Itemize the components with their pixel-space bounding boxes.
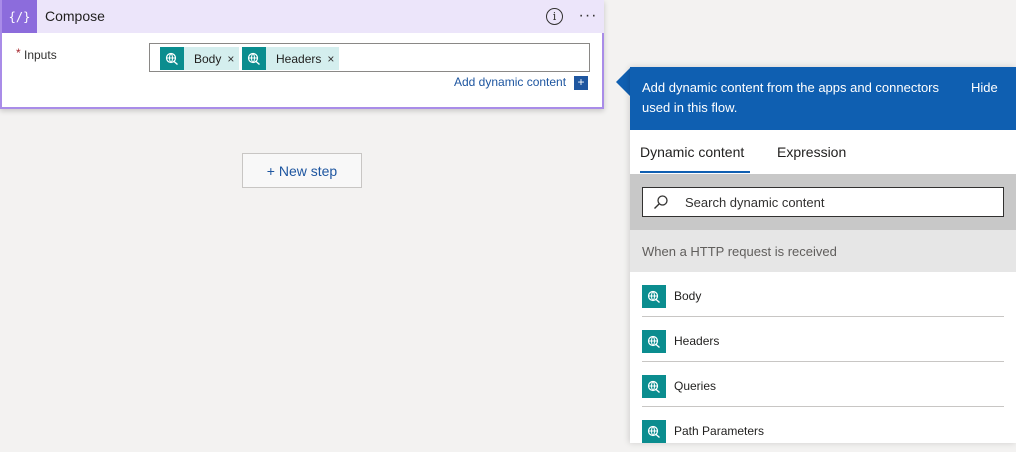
dynamic-content-panel: Add dynamic content from the apps and co… (630, 67, 1016, 443)
remove-token-icon[interactable]: × (227, 52, 239, 66)
http-request-icon (642, 285, 666, 308)
panel-header: Add dynamic content from the apps and co… (630, 67, 1016, 130)
http-request-icon (642, 330, 666, 353)
list-item-body[interactable]: Body (642, 272, 1004, 317)
inputs-field[interactable]: Body × Headers × (149, 43, 590, 72)
required-marker: * (16, 46, 21, 60)
search-area (630, 174, 1016, 230)
hide-panel-button[interactable]: Hide (971, 80, 998, 95)
more-options-icon[interactable]: ··· (578, 4, 598, 28)
tab-expression[interactable]: Expression (777, 144, 846, 160)
search-icon (654, 195, 668, 209)
list-item-label: Queries (674, 379, 717, 393)
add-dynamic-content-link[interactable]: Add dynamic content (454, 75, 566, 89)
token-body[interactable]: Body × (160, 47, 240, 70)
section-header[interactable]: When a HTTP request is received (630, 230, 1016, 272)
list-item-path-parameters[interactable]: Path Parameters (642, 407, 1004, 452)
list-item-headers[interactable]: Headers (642, 317, 1004, 362)
card-title[interactable]: Compose (45, 0, 105, 33)
token-headers[interactable]: Headers × (242, 47, 340, 70)
search-box[interactable] (642, 187, 1004, 217)
list-item-label: Path Parameters (674, 424, 765, 438)
http-request-icon (242, 47, 266, 70)
http-request-icon (642, 375, 666, 398)
http-request-icon (642, 420, 666, 443)
tab-dynamic-content[interactable]: Dynamic content (640, 144, 744, 160)
panel-header-text: Add dynamic content from the apps and co… (642, 80, 940, 115)
remove-token-icon[interactable]: × (327, 52, 339, 66)
compose-action-card[interactable]: {/} Compose i ··· * Inputs Body × Header… (0, 0, 604, 109)
section-title: When a HTTP request is received (642, 244, 837, 259)
search-input[interactable] (683, 192, 993, 212)
list-item-label: Headers (674, 334, 720, 348)
compose-card-header[interactable]: {/} Compose i ··· (2, 0, 604, 33)
panel-pointer (616, 68, 630, 96)
compose-icon: {/} (2, 0, 37, 33)
http-request-icon (160, 47, 184, 70)
list-item-label: Body (674, 289, 702, 303)
add-dynamic-content-plus-icon[interactable]: + (574, 76, 588, 90)
token-label: Headers (276, 51, 322, 66)
new-step-button[interactable]: + New step (242, 153, 362, 188)
active-tab-indicator (640, 171, 750, 173)
inputs-label: Inputs (24, 48, 57, 62)
list-item-queries[interactable]: Queries (642, 362, 1004, 407)
info-icon[interactable]: i (546, 8, 563, 25)
token-label: Body (194, 51, 222, 66)
